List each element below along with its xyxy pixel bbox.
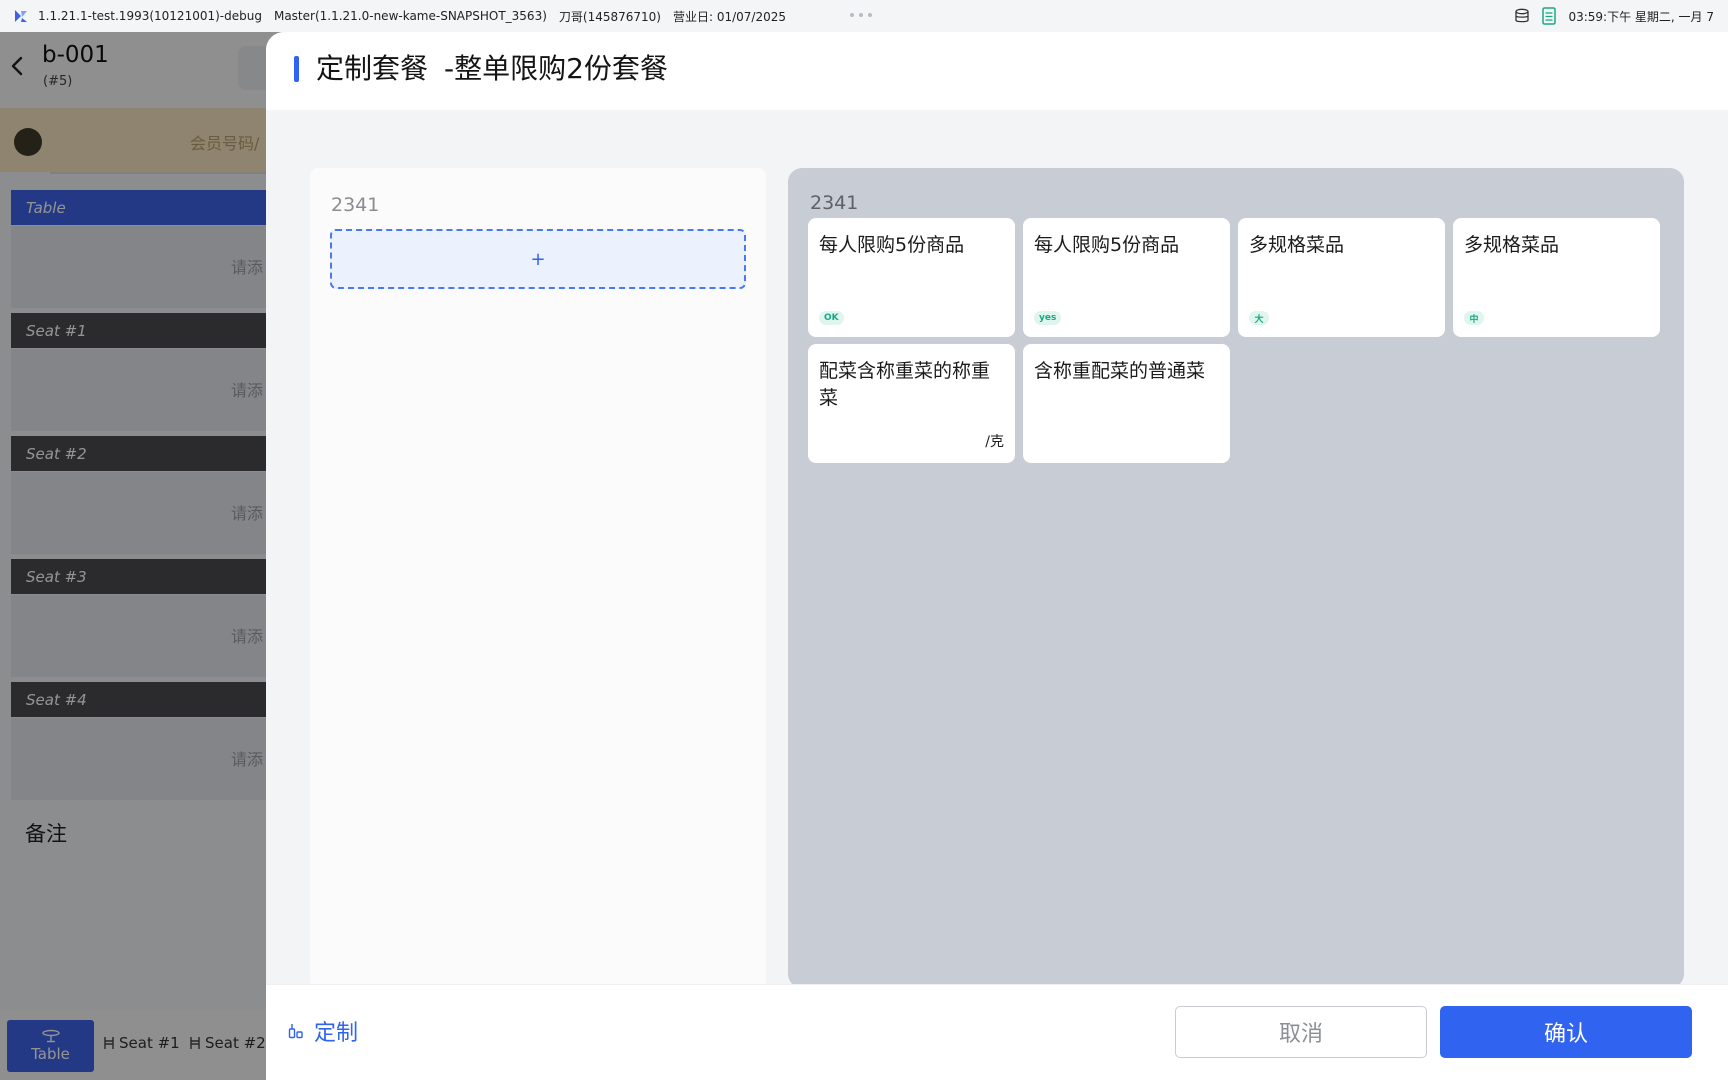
- selected-items-panel: 2341 +: [310, 168, 766, 988]
- dialog-titlebar: 定制套餐 -整单限购2份套餐: [266, 32, 1728, 110]
- item-options-panel: 2341 每人限购5份商品 OK 每人限购5份商品 yes 多规格菜品 大 多规…: [788, 168, 1684, 988]
- item-name: 多规格菜品: [1464, 234, 1560, 256]
- customize-button[interactable]: 定制: [288, 1015, 358, 1047]
- options-group-label: 2341: [810, 192, 859, 214]
- multitask-handle[interactable]: [850, 13, 872, 17]
- app-logo-icon: [15, 10, 27, 22]
- item-tag: 大: [1249, 311, 1269, 325]
- item-card[interactable]: 含称重配菜的普通菜: [1023, 344, 1230, 463]
- item-name: 多规格菜品: [1249, 234, 1345, 256]
- master-version: Master(1.1.21.0-new-kame-SNAPSHOT_3563): [273, 9, 547, 23]
- clock: 03:59:下午 星期二, 一月 7: [1568, 9, 1714, 24]
- item-card[interactable]: 每人限购5份商品 OK: [808, 218, 1015, 337]
- customize-icon: [288, 1024, 303, 1039]
- item-tag: OK: [819, 311, 844, 325]
- item-name: 配菜含称重菜的称重菜: [819, 360, 991, 409]
- item-card[interactable]: 多规格菜品 大: [1238, 218, 1445, 337]
- title-accent-bar: [294, 56, 299, 82]
- item-name: 含称重配菜的普通菜: [1034, 360, 1206, 382]
- database-icon: [1515, 8, 1530, 23]
- customize-label: 定制: [314, 1021, 359, 1046]
- confirm-button[interactable]: 确认: [1440, 1006, 1692, 1058]
- dialog-content: 2341 + 2341 每人限购5份商品 OK 每人限购5份商品 yes 多规格…: [266, 110, 1728, 988]
- item-name: 每人限购5份商品: [1034, 234, 1180, 256]
- current-user: 刀哥(145876710): [558, 9, 661, 24]
- dialog-footer: 定制 取消 确认: [266, 984, 1728, 1080]
- item-name: 每人限购5份商品: [819, 234, 965, 256]
- item-tag: yes: [1034, 311, 1062, 325]
- system-status-bar: 1.1.21.1-test.1993(10121001)-debug Maste…: [0, 0, 1728, 32]
- dialog-title: 定制套餐 -整单限购2份套餐: [316, 47, 668, 87]
- app-version: 1.1.21.1-test.1993(10121001)-debug: [38, 9, 262, 23]
- item-unit: /克: [985, 434, 1004, 450]
- combo-name-subtitle: -整单限购2份套餐: [444, 52, 668, 85]
- add-item-slot[interactable]: +: [330, 229, 746, 289]
- custom-combo-dialog: 定制套餐 -整单限购2份套餐 2341 + 2341 每人限购5份商品 OK 每人…: [266, 32, 1728, 1080]
- plus-icon: +: [530, 248, 546, 270]
- item-card[interactable]: 配菜含称重菜的称重菜 /克: [808, 344, 1015, 463]
- combo-type-title: 定制套餐: [316, 52, 429, 85]
- business-day: 营业日: 01/07/2025: [672, 9, 786, 24]
- item-tag: 中: [1464, 311, 1484, 325]
- selected-group-label: 2341: [331, 194, 380, 216]
- receipt-icon: [1542, 7, 1557, 25]
- cancel-button[interactable]: 取消: [1175, 1006, 1427, 1058]
- item-card[interactable]: 多规格菜品 中: [1453, 218, 1660, 337]
- item-card[interactable]: 每人限购5份商品 yes: [1023, 218, 1230, 337]
